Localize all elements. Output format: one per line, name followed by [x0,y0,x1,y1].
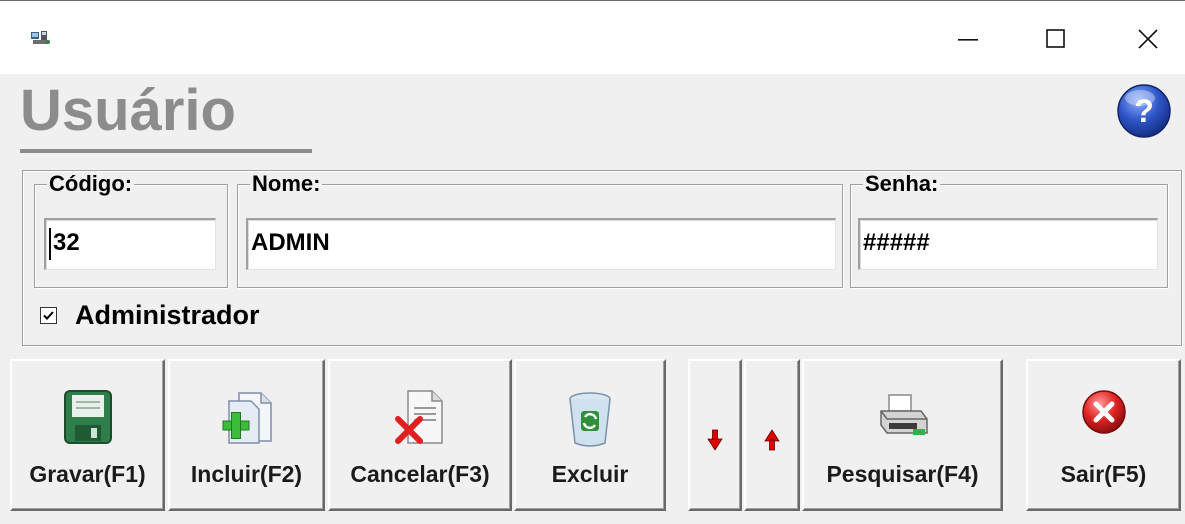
svg-text:?: ? [1134,93,1154,129]
nome-value: ADMIN [251,229,330,256]
close-button[interactable] [1118,11,1178,67]
title-bar [0,0,1185,74]
gravar-button[interactable]: Gravar(F1) [10,359,165,511]
pesquisar-label: Pesquisar(F4) [826,461,979,487]
sair-button[interactable]: Sair(F5) [1026,359,1181,511]
senha-label: Senha: [863,171,941,196]
incluir-label: Incluir(F2) [190,461,303,487]
cancelar-button[interactable]: Cancelar(F3) [328,359,512,511]
add-document-icon [217,389,277,454]
excluir-label: Excluir [551,461,629,487]
senha-field[interactable]: ##### [858,218,1158,270]
close-icon [1138,29,1158,49]
arrow-up-icon [764,429,780,456]
maximize-button[interactable] [1026,11,1086,67]
codigo-field[interactable]: 32 [44,218,216,270]
administrador-label: Administrador [75,299,260,330]
minimize-button[interactable] [938,11,998,67]
printer-search-icon [875,389,931,450]
codigo-value: 32 [53,229,80,256]
title-underline [20,149,312,153]
sair-label: Sair(F5) [1060,461,1147,487]
recycle-bin-icon [565,389,615,454]
delete-document-icon [390,389,450,454]
senha-value: ##### [863,229,930,256]
arrow-down-icon [707,429,723,456]
app-icon [30,30,52,46]
incluir-button[interactable]: Incluir(F2) [168,359,325,511]
floppy-disk-icon [63,389,113,450]
gravar-label: Gravar(F1) [29,461,146,487]
minimize-icon [958,39,978,41]
excluir-button[interactable]: Excluir [514,359,666,511]
administrador-checkbox[interactable] [40,306,57,324]
text-caret [49,228,51,260]
maximize-icon [1046,29,1065,48]
administrador-checkbox-row[interactable]: Administrador [40,298,260,332]
exit-icon [1081,389,1127,440]
checkmark-icon [43,310,54,320]
pesquisar-button[interactable]: Pesquisar(F4) [802,359,1003,511]
help-icon[interactable]: ? [1116,83,1172,139]
next-record-button[interactable] [688,359,742,511]
cancelar-label: Cancelar(F3) [350,461,490,487]
nome-field[interactable]: ADMIN [246,218,836,270]
previous-record-button[interactable] [744,359,800,511]
codigo-label: Código: [47,171,135,196]
page-title: Usuário [20,78,236,143]
nome-label: Nome: [250,171,323,196]
